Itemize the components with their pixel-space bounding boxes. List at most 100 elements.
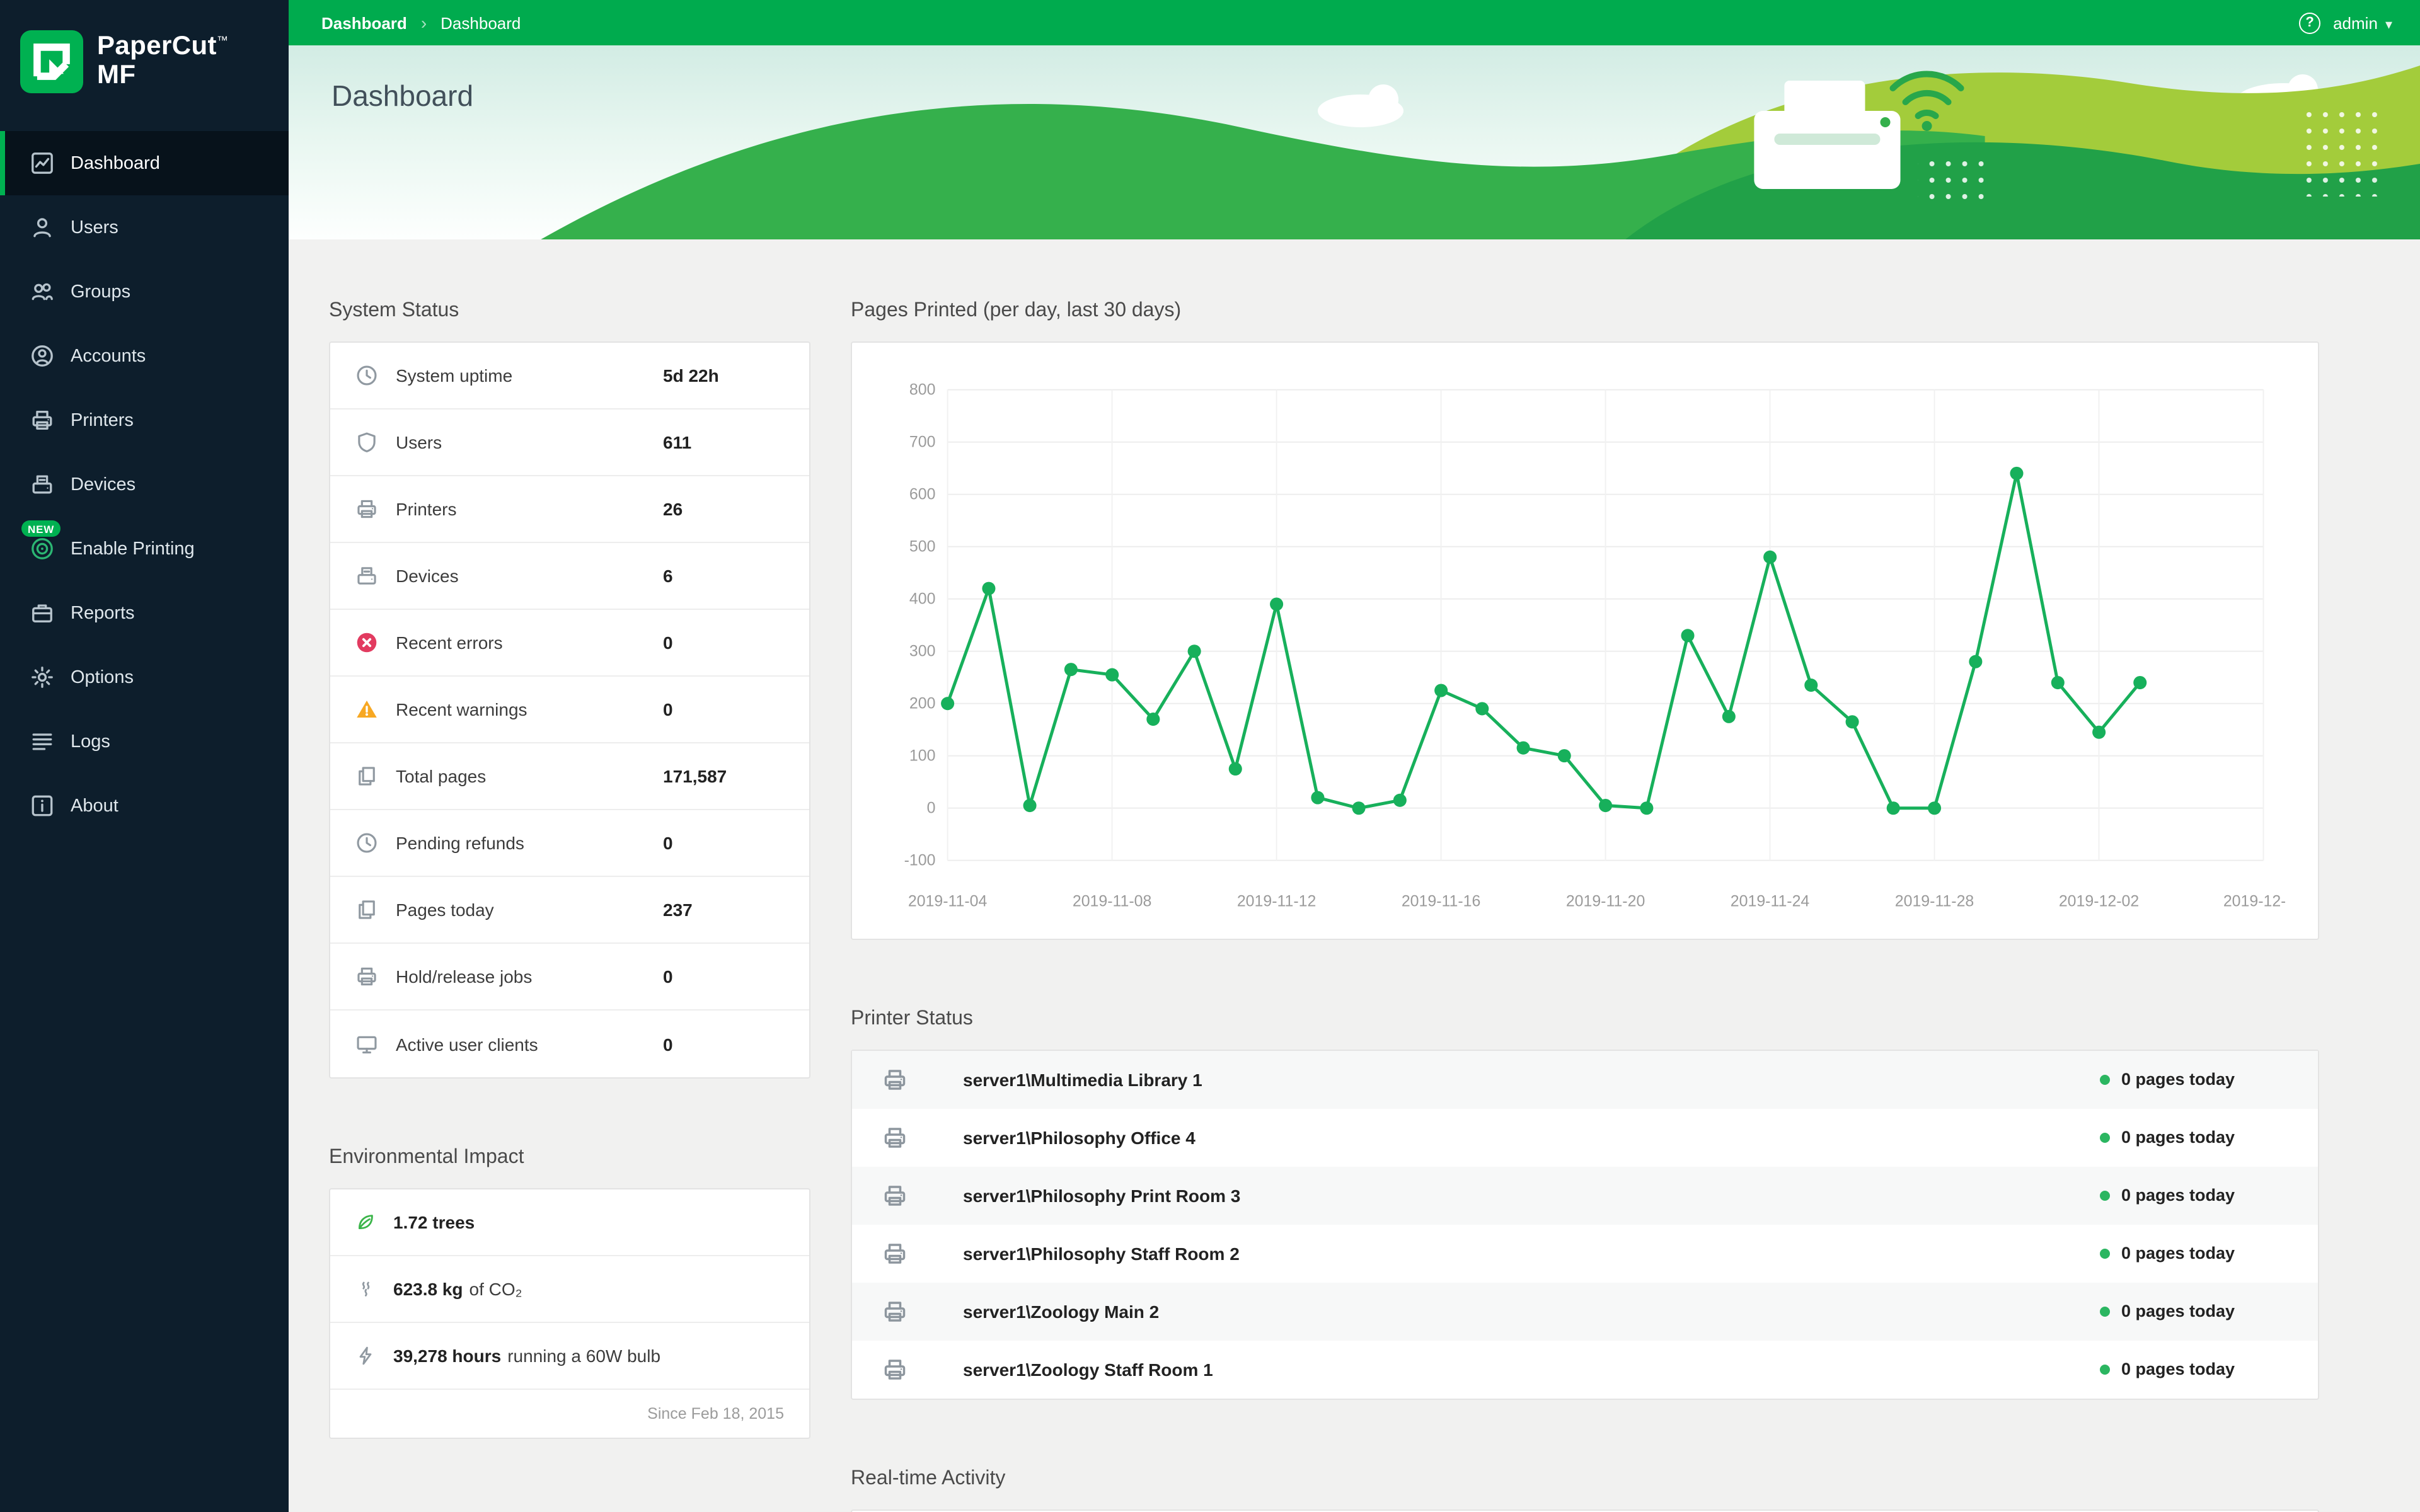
breadcrumb-current[interactable]: Dashboard (441, 13, 521, 32)
sidebar-item-label: Dashboard (71, 153, 160, 173)
papercut-logo[interactable]: PaperCut™ MF (0, 0, 289, 118)
chart-point (1599, 798, 1613, 813)
printer-name: server1\Zoology Main 2 (963, 1301, 1160, 1322)
groups-icon (32, 283, 53, 301)
printer-row[interactable]: server1\Zoology Main 2 0 pages today (852, 1282, 2318, 1341)
printer-name: server1\Philosophy Office 4 (963, 1127, 1196, 1148)
chart-point (1763, 550, 1777, 564)
printer-row[interactable]: server1\Philosophy Office 4 0 pages today (852, 1108, 2318, 1166)
breadcrumb-root[interactable]: Dashboard (321, 13, 407, 32)
status-row-recent-errors: Recent errors 0 (330, 610, 809, 677)
status-value: 0 (663, 699, 673, 719)
sidebar-item-label: About (71, 796, 118, 816)
user-menu[interactable]: admin (2333, 13, 2392, 32)
printer-name: server1\Zoology Staff Room 1 (963, 1359, 1213, 1380)
user-name: admin (2333, 13, 2378, 32)
status-row-pending-refunds: Pending refunds 0 (330, 810, 809, 877)
leaf-icon (359, 1215, 373, 1230)
status-value: 237 (663, 900, 693, 920)
pages-icon (359, 900, 375, 919)
sidebar-item-devices[interactable]: Devices (0, 452, 289, 517)
printer-icon (884, 1069, 906, 1089)
chart-point (1434, 684, 1448, 697)
chart-point (1146, 713, 1160, 726)
chart-point (1393, 793, 1407, 807)
chart-point (1187, 644, 1201, 658)
sidebar-item-accounts[interactable]: Accounts (0, 324, 289, 388)
printer-status-value: 0 pages today (2099, 1070, 2235, 1089)
printer-status-value: 0 pages today (2099, 1186, 2235, 1205)
help-icon[interactable] (2299, 12, 2321, 33)
chart-point (1228, 762, 1242, 776)
shield-icon (358, 432, 376, 452)
sidebar-item-enable-printing[interactable]: Enable Printing NEW (0, 517, 289, 581)
environmental-row: 39,278 hours running a 60W bulb (330, 1323, 809, 1390)
sidebar-item-label: Devices (71, 474, 136, 495)
bolt-icon (359, 1346, 372, 1365)
sidebar-item-users[interactable]: Users (0, 195, 289, 260)
error-icon (357, 633, 377, 653)
sidebar-nav: Dashboard Users Groups Accounts Printers Devi… (0, 131, 289, 838)
chart-point (2010, 466, 2024, 480)
chart-point (1516, 741, 1530, 755)
printer-status-value: 0 pages today (2099, 1244, 2235, 1263)
printer-icon (357, 500, 376, 518)
sidebar-item-dashboard[interactable]: Dashboard (0, 131, 289, 195)
co2-icon (362, 1281, 370, 1297)
printer-name: server1\Philosophy Staff Room 2 (963, 1243, 1240, 1264)
app: PaperCut™ MF Dashboard Users Groups Account… (0, 0, 2420, 1512)
realtime-activity-card (851, 1509, 2319, 1512)
chart-point (1105, 668, 1119, 682)
sidebar-item-label: Printers (71, 410, 134, 430)
chart-point (1886, 801, 1900, 815)
svg-text:2019-12-06: 2019-12-06 (2223, 892, 2285, 910)
sidebar-item-label: Accounts (71, 346, 146, 366)
environmental-impact-card: 1.72 trees 623.8 kg of CO₂ 39,278 hours runn… (329, 1188, 810, 1439)
chart-point (2051, 676, 2065, 690)
status-value: 0 (663, 966, 673, 987)
page-title: Dashboard (331, 79, 474, 112)
sidebar-item-options[interactable]: Options (0, 645, 289, 709)
status-value: 6 (663, 566, 673, 586)
pages-printed-title: Pages Printed (per day, last 30 days) (851, 300, 1182, 321)
printer-icon (32, 411, 52, 430)
printer-status-value: 0 pages today (2099, 1360, 2235, 1378)
papercut-logo-icon (20, 30, 83, 93)
chart-point (1845, 715, 1859, 729)
realtime-activity-title: Real-time Activity (851, 1467, 1006, 1489)
printer-row[interactable]: server1\Philosophy Staff Room 2 0 pages t… (852, 1224, 2318, 1282)
svg-text:2019-11-20: 2019-11-20 (1566, 892, 1645, 910)
printer-status-card: server1\Multimedia Library 1 0 pages toda… (851, 1049, 2319, 1400)
status-dot-icon (2099, 1074, 2110, 1085)
pages-printed-chart: -100 0 100 200 300 400 500 600 700 800 2019-11-04 2… (904, 381, 2285, 910)
status-label: Active user clients (396, 1034, 538, 1054)
client-icon (357, 1035, 377, 1053)
printer-name: server1\Philosophy Print Room 3 (963, 1185, 1241, 1206)
svg-text:2019-11-16: 2019-11-16 (1402, 892, 1480, 910)
printer-row[interactable]: server1\Multimedia Library 1 0 pages toda… (852, 1050, 2318, 1109)
warning-icon (357, 701, 377, 718)
status-value: 611 (663, 432, 692, 452)
chart-point (1064, 663, 1078, 677)
options-icon (32, 667, 53, 688)
chart-point (1927, 801, 1942, 815)
sidebar-item-printers[interactable]: Printers (0, 388, 289, 452)
status-row-recent-warnings: Recent warnings 0 (330, 677, 809, 743)
svg-text:-100: -100 (904, 851, 936, 869)
printer-row[interactable]: server1\Zoology Staff Room 1 0 pages toda… (852, 1340, 2318, 1398)
printer-icon (884, 1301, 906, 1321)
sidebar-item-logs[interactable]: Logs (0, 709, 289, 774)
chart-point (2092, 725, 2106, 739)
sidebar-item-reports[interactable]: Reports (0, 581, 289, 645)
status-dot-icon (2099, 1364, 2110, 1375)
chart-point (1023, 798, 1037, 813)
sidebar: PaperCut™ MF Dashboard Users Groups Account… (0, 0, 289, 1512)
sidebar-item-groups[interactable]: Groups (0, 260, 289, 324)
printer-icon (884, 1127, 906, 1147)
sidebar-item-about[interactable]: About (0, 774, 289, 838)
chart-point (982, 581, 996, 595)
printer-row[interactable]: server1\Philosophy Print Room 3 0 pages t… (852, 1166, 2318, 1225)
status-row-users: Users 611 (330, 410, 809, 476)
chart-point (1804, 679, 1818, 692)
printer-icon (357, 967, 376, 986)
